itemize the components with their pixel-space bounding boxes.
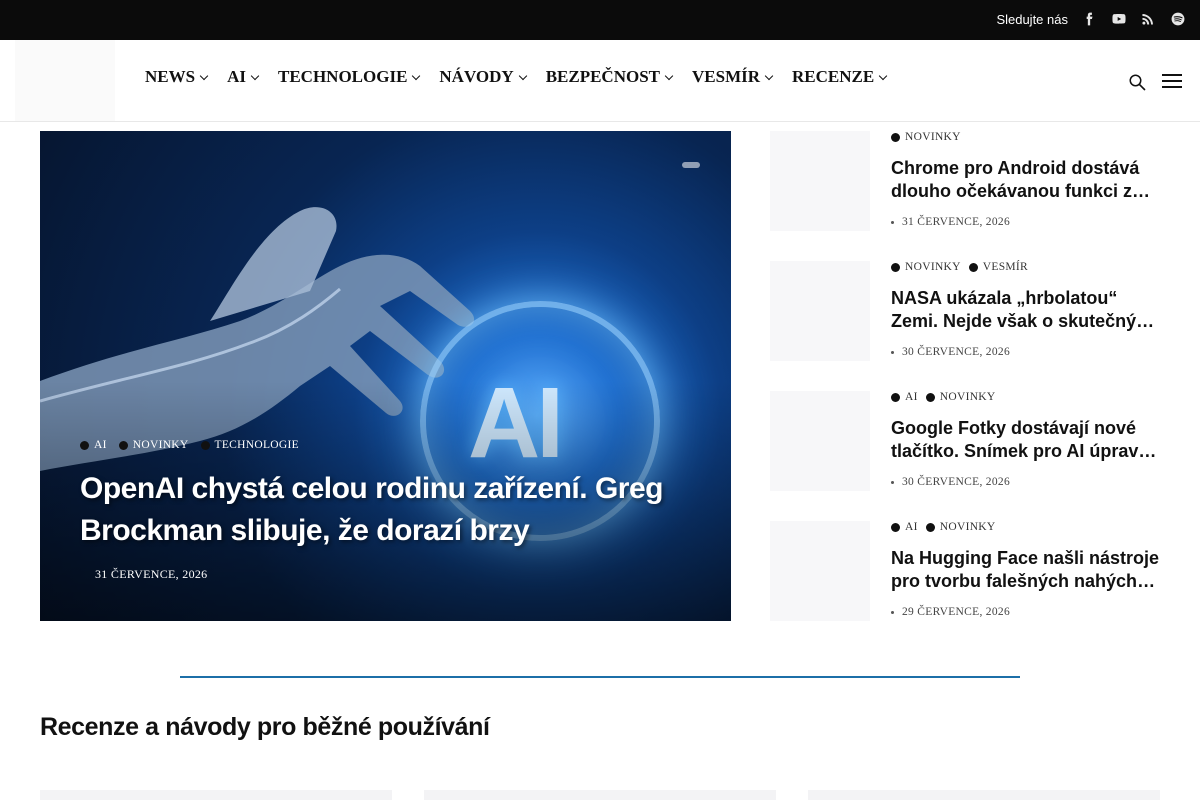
list-item: NOVINKY Chrome pro Android dostává dlouh… <box>770 131 1170 231</box>
list-item: NOVINKY VESMÍR NASA ukázala „hrbolatou“ … <box>770 261 1170 361</box>
article-date: 29 ČERVENCE, 2026 <box>891 606 1010 618</box>
nav-item-label: NEWS <box>145 67 196 86</box>
article-title[interactable]: Chrome pro Android dostává dlouho očekáv… <box>891 157 1163 203</box>
chevron-down-icon <box>199 71 209 80</box>
category-tag[interactable]: NOVINKY <box>925 521 996 533</box>
chevron-down-icon <box>250 71 260 80</box>
category-tag[interactable]: NOVINKY <box>891 131 961 143</box>
hero-categories: AI NOVINKY TECHNOLOGIE <box>80 439 299 451</box>
list-item: AI NOVINKY Na Hugging Face našli nástroj… <box>770 521 1170 621</box>
category-tag[interactable]: VESMÍR <box>968 261 1028 273</box>
review-card[interactable] <box>808 790 1160 800</box>
follow-us-label: Sledujte nás <box>996 12 1068 27</box>
chevron-down-icon <box>412 71 421 80</box>
category-tag[interactable]: TECHNOLOGIE <box>200 439 299 451</box>
chevron-down-icon <box>764 71 774 80</box>
article-date: 31 ČERVENCE, 2026 <box>891 216 1010 228</box>
list-item: AI NOVINKY Google Fotky dostávají nové t… <box>770 391 1170 491</box>
nav-item-bezpecnost[interactable]: BEZPEČNOST <box>545 67 674 87</box>
hamburger-menu-icon[interactable] <box>1162 74 1182 90</box>
chevron-down-icon <box>878 71 888 80</box>
category-tag[interactable]: AI <box>80 439 107 451</box>
category-tag[interactable]: AI <box>891 391 918 403</box>
article-thumbnail[interactable] <box>770 131 870 231</box>
main-nav: NEWS AI TECHNOLOGIE NÁVODY BEZPEČNOST VE… <box>145 67 906 87</box>
category-tag[interactable]: NOVINKY <box>925 391 996 403</box>
article-title[interactable]: Na Hugging Face našli nástroje pro tvorb… <box>891 547 1163 593</box>
chevron-down-icon <box>518 71 527 80</box>
nav-item-label: TECHNOLOGIE <box>277 67 408 86</box>
site-logo[interactable] <box>15 40 115 121</box>
search-icon[interactable] <box>1128 73 1146 91</box>
article-title[interactable]: NASA ukázala „hrbolatou“ Zemi. Nejde vša… <box>891 287 1163 333</box>
article-thumbnail[interactable] <box>770 521 870 621</box>
youtube-icon[interactable] <box>1110 10 1128 28</box>
section-divider <box>180 676 1020 678</box>
nav-item-vesmir[interactable]: VESMÍR <box>692 67 774 87</box>
facebook-icon[interactable] <box>1080 10 1098 28</box>
top-bar: Sledujte nás <box>0 0 1200 40</box>
nav-item-label: VESMÍR <box>692 67 761 86</box>
review-card[interactable] <box>424 790 776 800</box>
hero-date: 31 ČERVENCE, 2026 <box>95 567 208 581</box>
category-tag[interactable]: NOVINKY <box>118 439 189 451</box>
hero-title[interactable]: OpenAI chystá celou rodinu zařízení. Gre… <box>80 468 700 552</box>
rss-icon[interactable] <box>1139 10 1157 28</box>
nav-item-label: BEZPEČNOST <box>545 67 660 86</box>
article-thumbnail[interactable] <box>770 391 870 491</box>
slider-pager-dot[interactable] <box>682 162 700 168</box>
hero-article[interactable]: AI AI NOVINKY TECHNOLOGIE OpenAI chystá … <box>40 131 731 621</box>
article-title[interactable]: Google Fotky dostávají nové tlačítko. Sn… <box>891 417 1163 463</box>
nav-item-label: NÁVODY <box>439 67 514 86</box>
review-card[interactable] <box>40 790 392 800</box>
category-tag[interactable]: NOVINKY <box>891 261 961 273</box>
article-thumbnail[interactable] <box>770 261 870 361</box>
article-date: 30 ČERVENCE, 2026 <box>891 476 1010 488</box>
article-date: 30 ČERVENCE, 2026 <box>891 346 1010 358</box>
nav-item-ai[interactable]: AI <box>227 67 260 87</box>
nav-item-label: AI <box>227 67 246 86</box>
section-title: Recenze a návody pro běžné používání <box>40 713 490 741</box>
spotify-icon[interactable] <box>1169 10 1187 28</box>
nav-item-navody[interactable]: NÁVODY <box>439 67 527 87</box>
main-header: NEWS AI TECHNOLOGIE NÁVODY BEZPEČNOST VE… <box>0 40 1200 122</box>
nav-item-recenze[interactable]: RECENZE <box>792 67 888 87</box>
nav-item-technologie[interactable]: TECHNOLOGIE <box>277 67 421 87</box>
chevron-down-icon <box>664 71 674 80</box>
nav-item-label: RECENZE <box>792 67 875 86</box>
nav-item-news[interactable]: NEWS <box>145 67 209 87</box>
category-tag[interactable]: AI <box>891 521 918 533</box>
